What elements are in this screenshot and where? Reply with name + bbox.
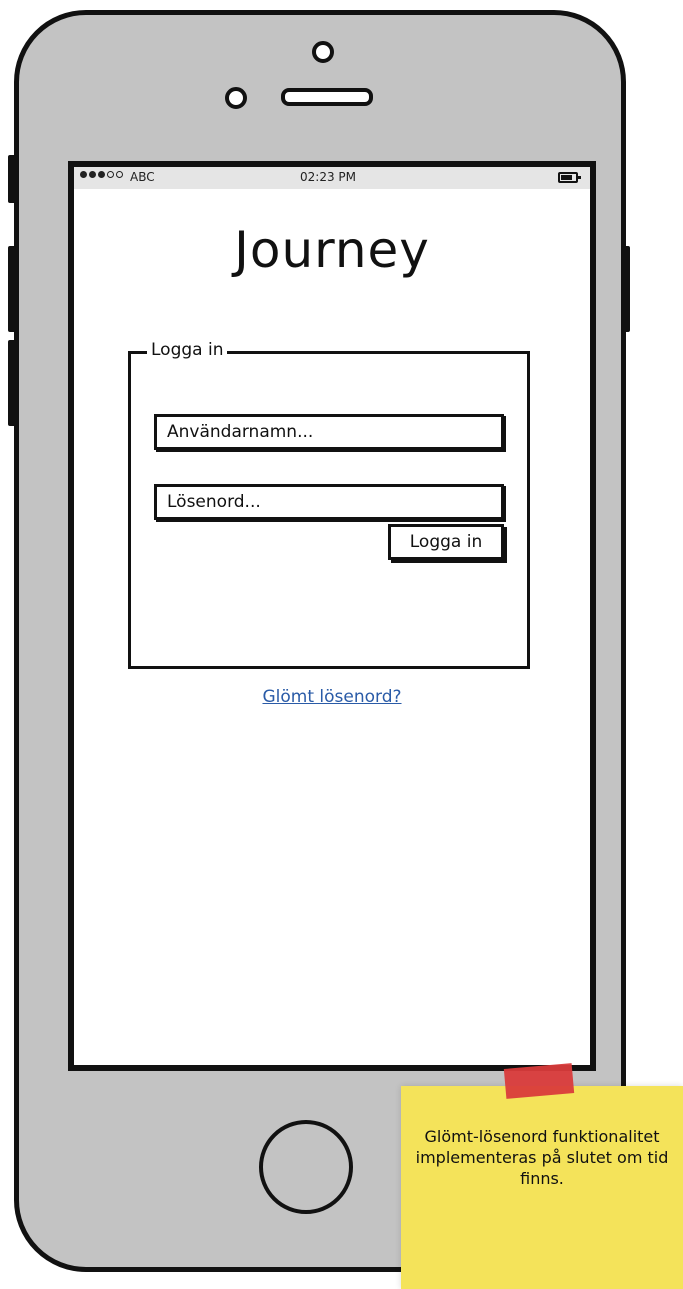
carrier-label: ABC: [130, 170, 155, 184]
signal-dots-icon: [80, 171, 123, 178]
forgot-password-link[interactable]: Glömt lösenord?: [74, 687, 590, 707]
login-legend: Logga in: [147, 340, 228, 360]
phone-screen: ABC 02:23 PM Journey Logga in Användarna…: [68, 161, 596, 1071]
username-input[interactable]: Användarnamn...: [154, 414, 504, 450]
front-camera-icon: [312, 41, 334, 63]
login-button[interactable]: Logga in: [388, 524, 504, 560]
battery-icon: [558, 172, 581, 183]
power-button: [622, 246, 630, 332]
tape-strip: [503, 1063, 575, 1099]
sticky-note: Glömt-lösenord funktionalitet implemente…: [401, 1063, 683, 1289]
volume-up-button: [8, 246, 16, 332]
volume-down-button: [8, 340, 16, 426]
speaker-grill: [281, 88, 373, 106]
sticky-note-text: Glömt-lösenord funktionalitet implemente…: [415, 1127, 669, 1188]
status-bar: ABC 02:23 PM: [74, 167, 590, 189]
sensor-icon: [225, 87, 247, 109]
password-input[interactable]: Lösenord...: [154, 484, 504, 520]
status-time: 02:23 PM: [300, 170, 356, 184]
home-button[interactable]: [259, 1120, 353, 1214]
app-title: Journey: [234, 221, 430, 279]
login-fieldset: Logga in Användarnamn... Lösenord... Log…: [128, 340, 530, 669]
mute-switch: [8, 155, 16, 203]
